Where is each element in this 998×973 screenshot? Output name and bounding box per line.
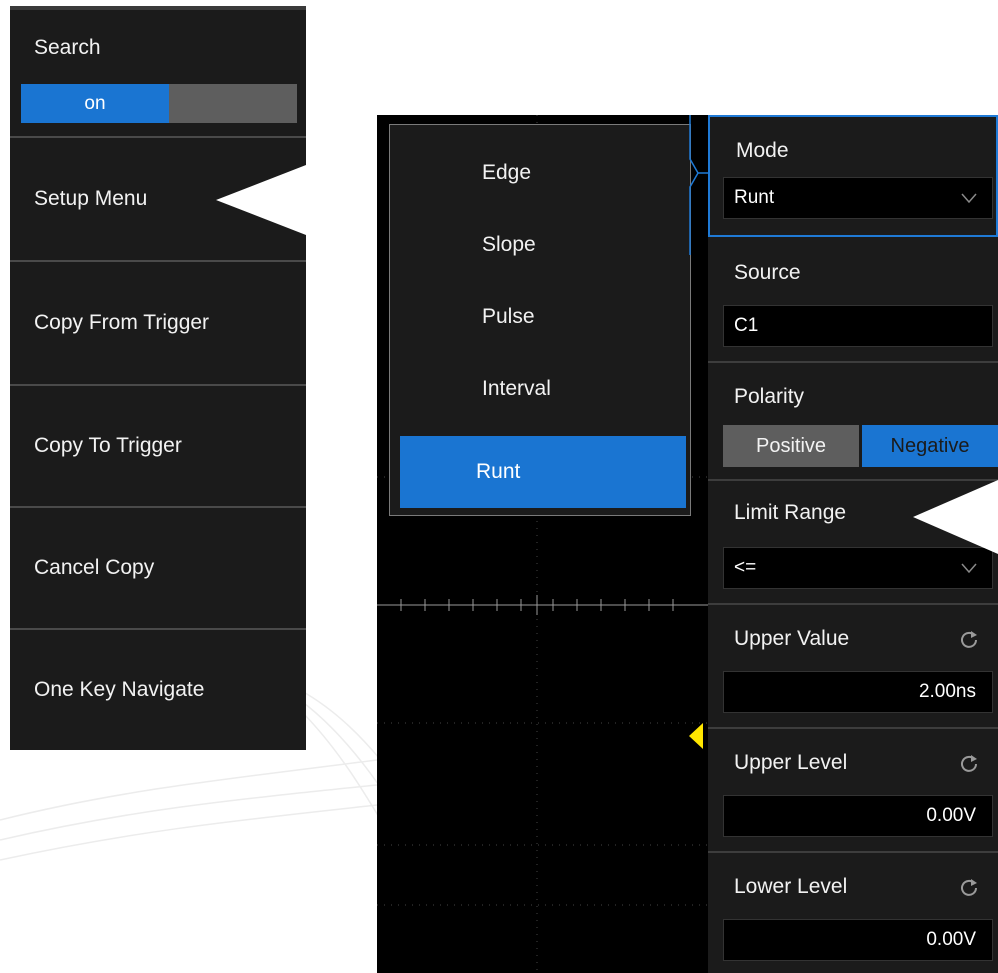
polarity-label: Polarity — [734, 385, 805, 408]
trigger-type-label: Interval — [482, 377, 551, 400]
trigger-type-edge[interactable]: Edge — [400, 137, 686, 209]
menu-item-label: Cancel Copy — [34, 556, 155, 579]
trigger-type-label: Slope — [482, 233, 536, 256]
menu-item-label: Copy From Trigger — [34, 311, 210, 334]
menu-item-label: Setup Menu — [34, 187, 148, 210]
upper-level-section: Upper Level 0.00V — [708, 729, 998, 853]
lower-level-label: Lower Level — [734, 875, 848, 898]
reset-icon[interactable] — [958, 877, 980, 899]
chevron-down-icon — [961, 193, 977, 204]
reset-icon[interactable] — [958, 753, 980, 775]
trigger-type-runt[interactable]: Runt — [400, 436, 686, 508]
upper-value-value: 2.00ns — [918, 681, 976, 702]
lower-level-section: Lower Level 0.00V — [708, 853, 998, 973]
chevron-down-icon — [961, 563, 977, 574]
arrow-left-pointer-icon — [913, 480, 998, 554]
mode-dropdown[interactable]: Runt — [723, 177, 993, 219]
upper-value-field[interactable]: 2.00ns — [723, 671, 993, 713]
limit-range-value: <= — [734, 557, 757, 578]
lower-level-field[interactable]: 0.00V — [723, 919, 993, 961]
upper-level-field[interactable]: 0.00V — [723, 795, 993, 837]
trigger-level-marker-icon — [689, 723, 703, 749]
source-value: C1 — [734, 315, 759, 336]
polarity-section: Polarity Positive Negative — [708, 363, 998, 481]
arrow-left-pointer-icon — [216, 165, 306, 235]
mode-label: Mode — [736, 139, 789, 162]
mode-value: Runt — [734, 187, 775, 208]
source-label: Source — [734, 261, 801, 284]
polarity-negative-option[interactable]: Negative — [862, 425, 998, 467]
menu-item-copy-to-trigger[interactable]: Copy To Trigger — [10, 386, 306, 508]
reset-icon[interactable] — [958, 629, 980, 651]
toggle-off-option[interactable] — [169, 84, 297, 123]
menu-item-label: One Key Navigate — [34, 678, 205, 701]
trigger-type-label: Runt — [476, 460, 521, 483]
upper-value-section: Upper Value 2.00ns — [708, 605, 998, 729]
upper-level-value: 0.00V — [926, 805, 976, 826]
toggle-on-option[interactable]: on — [21, 84, 169, 123]
polarity-toggle[interactable]: Positive Negative — [723, 425, 998, 467]
polarity-positive-option[interactable]: Positive — [723, 425, 859, 467]
search-label: Search — [34, 36, 101, 59]
menu-item-copy-from-trigger[interactable]: Copy From Trigger — [10, 262, 306, 386]
search-toggle-item[interactable]: Search on — [10, 10, 306, 138]
upper-level-label: Upper Level — [734, 751, 848, 774]
search-menu-panel: Search on Setup Menu Copy From Trigger C… — [10, 6, 306, 750]
trigger-type-slope[interactable]: Slope — [400, 209, 686, 281]
source-field[interactable]: C1 — [723, 305, 993, 347]
limit-range-label: Limit Range — [734, 501, 847, 524]
mode-section: Mode Runt — [708, 115, 998, 237]
upper-value-label: Upper Value — [734, 627, 850, 650]
source-section: Source C1 — [708, 239, 998, 363]
search-toggle[interactable]: on — [21, 84, 297, 123]
menu-item-label: Copy To Trigger — [34, 434, 182, 457]
menu-item-one-key-navigate[interactable]: One Key Navigate — [10, 630, 306, 750]
trigger-type-label: Pulse — [482, 305, 535, 328]
oscilloscope-display: Edge Slope Pulse Interval Runt Mode Runt — [377, 115, 998, 973]
trigger-type-interval[interactable]: Interval — [400, 353, 686, 425]
menu-item-cancel-copy[interactable]: Cancel Copy — [10, 508, 306, 630]
lower-level-value: 0.00V — [926, 929, 976, 950]
trigger-type-label: Edge — [482, 161, 532, 184]
trigger-type-menu: Edge Slope Pulse Interval Runt — [389, 124, 691, 516]
trigger-type-pulse[interactable]: Pulse — [400, 281, 686, 353]
